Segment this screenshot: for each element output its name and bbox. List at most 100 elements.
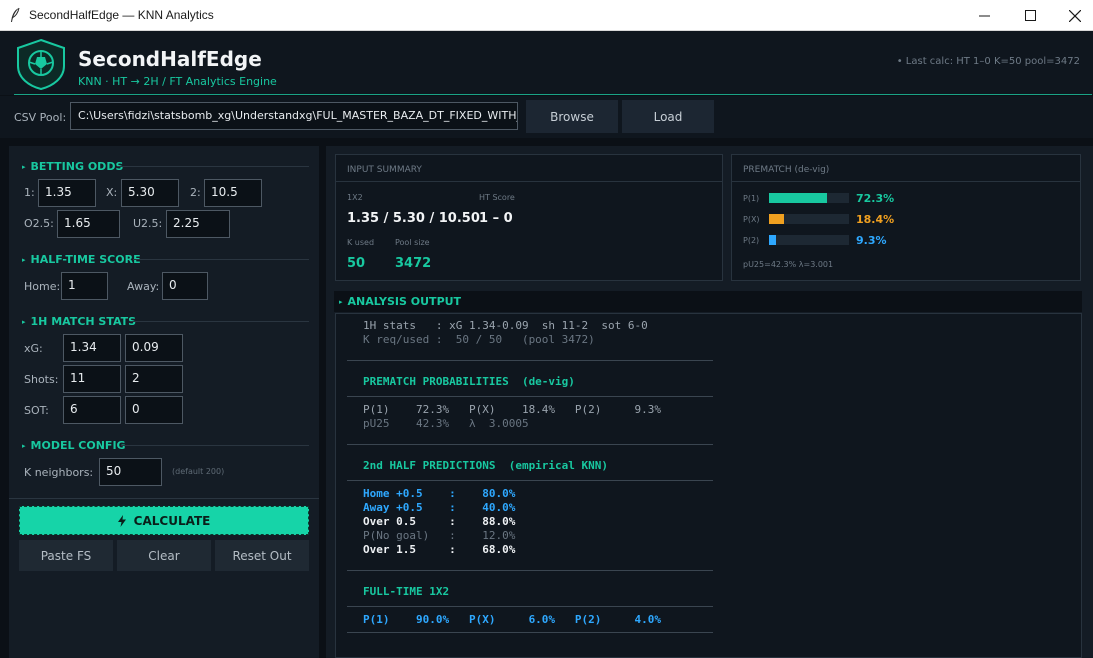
betting-odds-title: BETTING ODDS (30, 160, 124, 173)
maximize-button[interactable] (1007, 0, 1053, 31)
output-k-line: K req/used : 50 / 50 (pool 3472) (363, 333, 595, 346)
summary-ht-label: HT Score (479, 193, 515, 202)
xg-home-input[interactable]: 1.34 (63, 334, 121, 362)
output-ft-title: FULL-TIME 1X2 (363, 585, 450, 598)
output-prematch-pu25: pU25 42.3% λ 3.0005 (363, 417, 529, 430)
output-2h-over05: Over 0.5 : 88.0% (363, 515, 516, 528)
xg-label: xG: (24, 342, 43, 355)
output-prematch-title: PREMATCH PROBABILITIES (de-vig) (363, 375, 575, 388)
actions-divider (9, 498, 319, 499)
section-divider (121, 445, 309, 446)
csv-pool-row: CSV Pool: C:\Users\fidzi\statsbomb_xg\Un… (0, 96, 1093, 138)
k-neighbors-label: K neighbors: (24, 466, 94, 479)
card-divider (732, 181, 1080, 182)
prematch-p2-label: P(2) (743, 236, 760, 245)
prematch-p1-value: 72.3% (856, 192, 895, 205)
odds-2-label: 2: (190, 186, 201, 199)
output-rule (347, 444, 713, 445)
ht-home-label: Home: (24, 280, 61, 293)
csv-path-input[interactable]: C:\Users\fidzi\statsbomb_xg\Understandxg… (70, 102, 518, 130)
summary-pool-label: Pool size (395, 238, 430, 247)
ht-home-input[interactable]: 1 (61, 272, 108, 300)
header-divider (14, 94, 1092, 95)
odds-1-label: 1: (24, 186, 35, 199)
section-divider (117, 166, 309, 167)
section-arrow-icon: ▸ (22, 317, 26, 326)
output-2h-over15: Over 1.5 : 68.0% (363, 543, 516, 556)
last-calc-status: • Last calc: HT 1–0 K=50 pool=3472 (896, 56, 1080, 67)
prematch-p2-bar (769, 235, 777, 245)
prematch-p1-bar-track (769, 193, 849, 203)
ball-shield-logo-icon (17, 38, 65, 90)
analysis-output-title: ANALYSIS OUTPUT (347, 295, 462, 308)
input-summary-title: INPUT SUMMARY (347, 165, 422, 175)
card-divider (336, 181, 722, 182)
close-button[interactable] (1052, 0, 1093, 31)
analysis-output-header: ▸ ANALYSIS OUTPUT (339, 295, 461, 308)
odds-over25-input[interactable]: 1.65 (57, 210, 120, 238)
lightning-icon (117, 514, 126, 527)
odds-under25-input[interactable]: 2.25 (166, 210, 230, 238)
ht-away-input[interactable]: 0 (162, 272, 208, 300)
prematch-title: PREMATCH (de-vig) (743, 165, 830, 175)
k-neighbors-input[interactable]: 50 (99, 458, 162, 486)
odds-under25-label: U2.5: (133, 217, 163, 230)
app-title: SecondHalfEdge (78, 47, 262, 71)
model-config-header: ▸ MODEL CONFIG (22, 439, 126, 452)
k-default-hint: (default 200) (172, 467, 225, 476)
output-rule (347, 360, 713, 361)
odds-1-input[interactable]: 1.35 (38, 179, 96, 207)
prematch-px-bar (769, 214, 784, 224)
load-button[interactable]: Load (622, 100, 714, 133)
odds-x-input[interactable]: 5.30 (121, 179, 179, 207)
section-divider (130, 321, 309, 322)
odds-x-label: X: (106, 186, 118, 199)
output-rule (347, 480, 713, 481)
output-rule (347, 632, 713, 633)
odds-2-input[interactable]: 10.5 (204, 179, 262, 207)
prematch-p2-value: 9.3% (856, 234, 887, 247)
shots-home-input[interactable]: 11 (63, 365, 121, 393)
xg-away-input[interactable]: 0.09 (125, 334, 183, 362)
output-2h-away: Away +0.5 : 40.0% (363, 501, 516, 514)
shots-label: Shots: (24, 373, 59, 386)
reset-out-button[interactable]: Reset Out (215, 540, 309, 571)
close-icon (1069, 9, 1081, 22)
sot-away-input[interactable]: 0 (125, 396, 183, 424)
minimize-button[interactable] (961, 0, 1007, 31)
analysis-output-text[interactable]: 1H stats : xG 1.34-0.09 sh 11-2 sot 6-0 … (335, 313, 1082, 658)
half-time-header: ▸ HALF-TIME SCORE (22, 253, 141, 266)
prematch-p1-bar (769, 193, 827, 203)
section-arrow-icon: ▸ (339, 297, 343, 306)
section-arrow-icon: ▸ (22, 162, 26, 171)
prematch-p1-label: P(1) (743, 194, 760, 203)
output-rule (347, 396, 713, 397)
browse-button[interactable]: Browse (526, 100, 618, 133)
clear-button[interactable]: Clear (117, 540, 211, 571)
section-divider (133, 259, 309, 260)
sot-home-input[interactable]: 6 (63, 396, 121, 424)
prematch-footer: pU25=42.3% λ=3.001 (743, 260, 834, 269)
output-prematch-probs: P(1) 72.3% P(X) 18.4% P(2) 9.3% (363, 403, 662, 416)
paste-fs-button[interactable]: Paste FS (19, 540, 113, 571)
sot-label: SOT: (24, 404, 49, 417)
shots-away-input[interactable]: 2 (125, 365, 183, 393)
app-subtitle: KNN · HT → 2H / FT Analytics Engine (78, 75, 277, 88)
prematch-px-label: P(X) (743, 215, 760, 224)
half-time-title: HALF-TIME SCORE (30, 253, 141, 266)
output-rule (347, 606, 713, 607)
summary-k-value: 50 (347, 256, 366, 271)
match-stats-header: ▸ 1H MATCH STATS (22, 315, 136, 328)
odds-over25-label: O2.5: (24, 217, 54, 230)
window-titlebar: SecondHalfEdge — KNN Analytics (0, 0, 1093, 31)
prematch-px-value: 18.4% (856, 213, 895, 226)
prematch-px-bar-track (769, 214, 849, 224)
betting-odds-header: ▸ BETTING ODDS (22, 160, 123, 173)
csv-pool-label: CSV Pool: (14, 111, 67, 124)
calculate-button[interactable]: CALCULATE (19, 506, 309, 535)
output-stats-line: 1H stats : xG 1.34-0.09 sh 11-2 sot 6-0 (363, 319, 648, 332)
output-2h-title: 2nd HALF PREDICTIONS (empirical KNN) (363, 459, 609, 472)
model-config-title: MODEL CONFIG (30, 439, 126, 452)
output-ft-probs: P(1) 90.0% P(X) 6.0% P(2) 4.0% (363, 613, 662, 626)
summary-k-label: K used (347, 238, 375, 247)
